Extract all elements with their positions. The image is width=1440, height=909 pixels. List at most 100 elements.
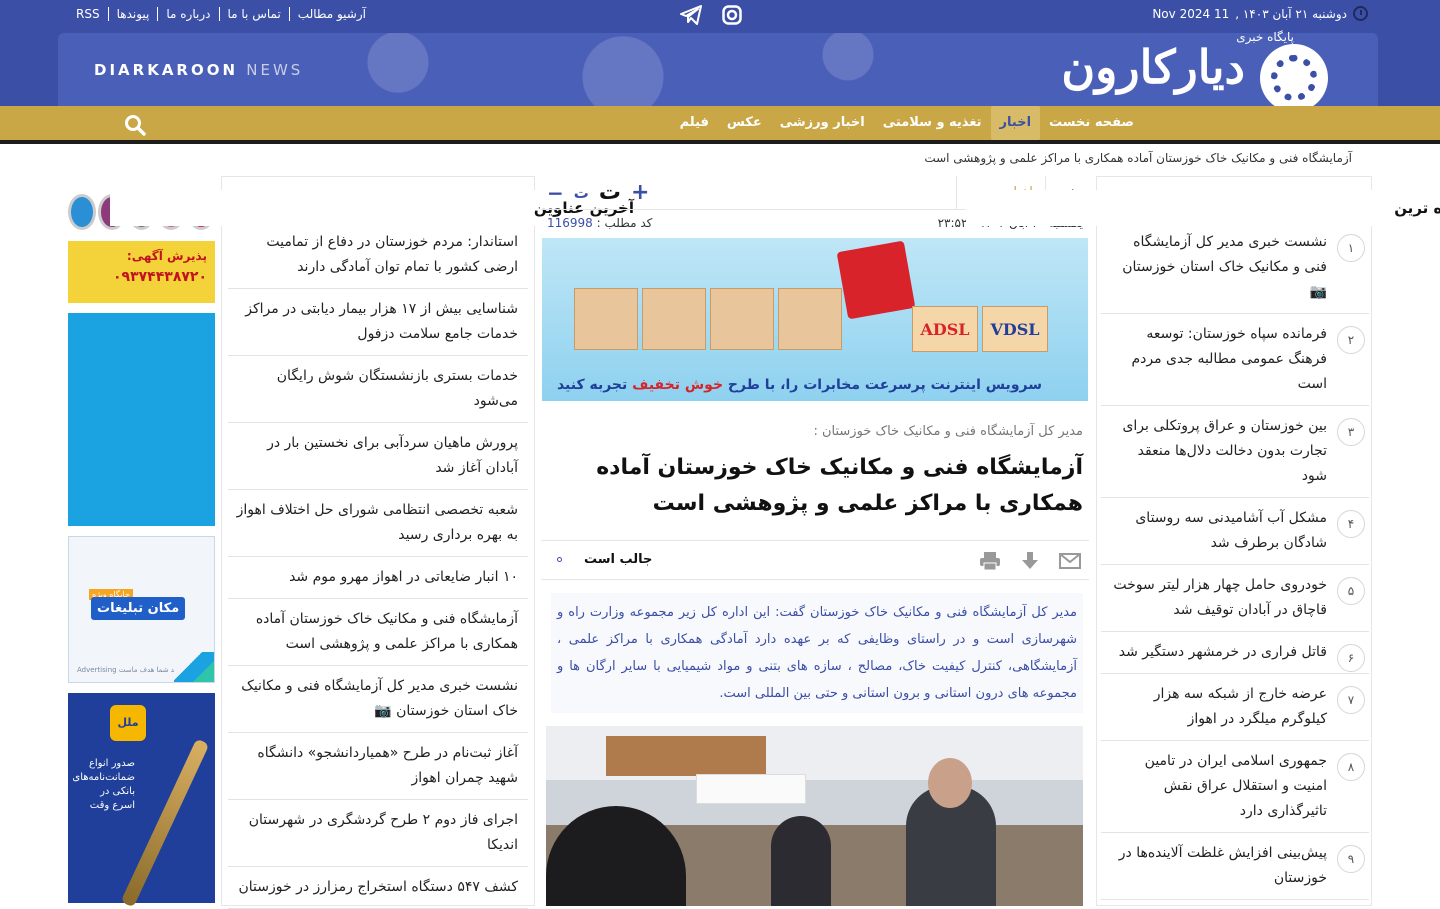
popular-title: پربیننده ترین xyxy=(966,190,1440,226)
popular-list: ۱ نشست خبری مدیر کل آزمایشگاه فنی و مکانی… xyxy=(1101,222,1369,900)
brand-english-news: NEWS xyxy=(246,61,304,79)
wifi-blocks xyxy=(574,288,842,350)
list-item[interactable]: ۷ عرضه خارج از شبکه سه هزار کیلوگرم میلگر… xyxy=(1101,674,1369,741)
font-decrease-button[interactable]: − xyxy=(547,181,564,205)
list-item[interactable]: ۹ پیش‌بینی افزایش غلظت آلاینده‌ها در خوزس… xyxy=(1101,833,1369,900)
rank-badge: ۱ xyxy=(1337,234,1365,262)
top-links: RSS پیوندها درباره ما تماس با ما آرشیو م… xyxy=(76,7,374,21)
list-item[interactable]: پرورش ماهیان سردآبی برای نخستین بار در آ… xyxy=(228,423,528,490)
brand-english-name: DIARKAROON xyxy=(94,61,239,79)
nav-item-photo[interactable]: عکس xyxy=(718,106,771,140)
ad-bank-banner[interactable]: ملل صدور انواع ضمانت‌نامه‌های بانکی در ا… xyxy=(68,693,215,908)
send-mail-icon[interactable] xyxy=(1059,551,1081,571)
search-icon[interactable] xyxy=(124,114,146,136)
date-persian: دوشنبه ۲۱ آبان ۱۴۰۳ , xyxy=(1235,6,1347,21)
nav-item-sports[interactable]: اخبار ورزشی xyxy=(771,106,874,140)
list-item[interactable]: ۳ بین خوزستان و عراق پروتکلی برای تجارت ب… xyxy=(1101,406,1369,498)
list-item[interactable]: استاندار: مردم خوزستان در دفاع از تمامیت… xyxy=(228,222,528,289)
nav-item-health[interactable]: تغذیه و سلامتی xyxy=(874,106,991,140)
article-lead: مدیر کل آزمایشگاه فنی و مکانیک خاک خوزست… xyxy=(551,593,1083,713)
banner-caption: سرویس اینترنت پرسرعت مخابرات را، با طرح … xyxy=(556,377,1042,393)
article: − ت ت + خبر اخبار یکشنبه ۲۰ آبان ۱۴۰۳ - … xyxy=(541,176,1089,906)
latest-list: استاندار: مردم خوزستان در دفاع از تمامیت… xyxy=(228,222,528,909)
list-item[interactable]: ۱ نشست خبری مدیر کل آزمایشگاه فنی و مکانی… xyxy=(1101,222,1369,314)
top-bar: دوشنبه ۲۱ آبان ۱۴۰۳ , 11 Nov 2024 RSS پی… xyxy=(0,0,1440,30)
rank-badge: ۹ xyxy=(1337,845,1365,873)
list-item[interactable]: ۵ خودروی حامل چهار هزار لیتر سوخت قاچاق د… xyxy=(1101,565,1369,632)
list-item[interactable]: خدمات بستری بازنشستگان شوش رایگان می‌شود xyxy=(228,356,528,423)
list-item[interactable]: ۴ مشکل آب آشامیدنی سه روستای شادگان برطرف… xyxy=(1101,498,1369,565)
current-date: دوشنبه ۲۱ آبان ۱۴۰۳ , 11 Nov 2024 xyxy=(1152,6,1368,21)
interesting-label[interactable]: جالب است xyxy=(557,552,652,567)
list-item[interactable]: شناسایی بیش از ۱۷ هزار بیمار دیابتی در م… xyxy=(228,289,528,356)
download-icon[interactable] xyxy=(1019,551,1041,571)
list-item[interactable]: ۱۰ انبار ضایعاتی در اهواز مهرو موم شد xyxy=(228,557,528,599)
rank-badge: ۵ xyxy=(1337,577,1365,605)
bullet-icon xyxy=(557,557,562,562)
ad-phone-number: ۰۹۳۷۴۴۳۸۷۲۰ xyxy=(113,269,207,285)
site-header: DIARKAROON NEWS پایگاه خبری دیارکارون xyxy=(0,30,1440,112)
list-item[interactable]: شعبه تخصصی انتظامی شورای حل اختلاف اهواز… xyxy=(228,490,528,557)
article-actions: جالب است xyxy=(541,540,1089,580)
article-action-icons xyxy=(979,551,1081,571)
mail-icon xyxy=(68,194,96,230)
brand-english[interactable]: DIARKAROON NEWS xyxy=(94,61,303,79)
rank-badge: ۲ xyxy=(1337,326,1365,354)
ad-phone-title: پذیرش آگهی: xyxy=(126,249,207,263)
internet-ad-banner[interactable]: ADSL VDSL سرویس اینترنت پرسرعت مخابرات ر… xyxy=(542,238,1088,401)
archive-link[interactable]: آرشیو مطالب xyxy=(288,7,374,21)
vdsl-label: VDSL xyxy=(982,306,1048,352)
rank-badge: ۷ xyxy=(1337,686,1365,714)
latest-header: آخرین عناوین xyxy=(110,189,646,226)
rank-badge: ۴ xyxy=(1337,510,1365,538)
breadcrumb[interactable]: آزمایشگاه فنی و مکانیک خاک خوزستان آماده… xyxy=(924,151,1352,165)
nav-item-film[interactable]: فیلم xyxy=(671,106,718,140)
interesting-text: جالب است xyxy=(584,552,653,567)
popular-header: پربیننده ترین xyxy=(966,189,1440,226)
font-increase-button[interactable]: + xyxy=(631,180,649,205)
nav-item-news[interactable]: اخبار xyxy=(990,106,1041,140)
list-item[interactable]: نشست خبری مدیر کل آزمایشگاه فنی و مکانیک… xyxy=(228,666,528,733)
font-small-button[interactable]: ت xyxy=(574,184,589,202)
list-item[interactable]: آغاز ثبت‌نام در طرح «همیاردانشجو» دانشگا… xyxy=(228,733,528,800)
ad-blue-banner[interactable] xyxy=(68,313,215,526)
list-item[interactable]: اجرای فاز دوم ۲ طرح گردشگری در شهرستان ا… xyxy=(228,800,528,867)
world-map-background xyxy=(218,33,1118,106)
rank-badge: ۶ xyxy=(1337,644,1365,672)
about-link[interactable]: درباره ما xyxy=(157,7,218,21)
links-link[interactable]: پیوندها xyxy=(107,7,158,21)
article-code-label: کد مطلب : xyxy=(596,216,653,230)
print-icon[interactable] xyxy=(979,551,1001,571)
rss-link[interactable]: RSS xyxy=(76,7,108,21)
ad-space-tag: مکان تبلیغات xyxy=(91,597,186,620)
most-viewed: پربیننده ترین ۱نشست خبری مدیر کل آزمایشگ… xyxy=(966,176,1440,906)
ad-phone-banner[interactable]: پذیرش آگهی: ۰۹۳۷۴۴۳۸۷۲۰ xyxy=(68,241,215,303)
date-gregorian: 11 Nov 2024 xyxy=(1152,6,1230,21)
latest-headlines: آخرین عناوین استاندار: مردم خوزستان در د… xyxy=(110,176,646,909)
social-links xyxy=(680,5,744,25)
list-item[interactable]: کشف ۵۴۷ دستگاه استخراج رمزارز در خوزستان xyxy=(228,867,528,909)
brand-persian-logo[interactable]: دیارکارون xyxy=(1061,40,1245,94)
list-item[interactable]: ۲ فرمانده سپاه خوزستان: توسعه فرهنگ عمومی… xyxy=(1101,314,1369,406)
main-nav: صفحه نخست اخبار تغذیه و سلامتی اخبار ورز… xyxy=(0,106,1440,144)
list-item[interactable]: آزمایشگاه فنی و مکانیک خاک خوزستان آماده… xyxy=(228,599,528,666)
list-item[interactable]: ۸ جمهوری اسلامی ایران در تامین امنیت و اس… xyxy=(1101,741,1369,833)
article-title: آزمایشگاه فنی و مکانیک خاک خوزستان آماده… xyxy=(596,455,1083,516)
clock-icon xyxy=(1353,6,1368,21)
nav-items: صفحه نخست اخبار تغذیه و سلامتی اخبار ورز… xyxy=(671,106,1143,140)
list-item[interactable]: ۶ قاتل فراری در خرمشهر دستگیر شد xyxy=(1101,632,1369,674)
adsl-label: ADSL xyxy=(912,306,978,352)
article-photo[interactable] xyxy=(546,726,1083,906)
percent-icon xyxy=(836,240,916,320)
font-large-button[interactable]: ت xyxy=(599,180,621,205)
contact-link[interactable]: تماس با ما xyxy=(218,7,289,21)
site-logo-icon[interactable] xyxy=(1260,44,1328,112)
font-size-controls: − ت ت + xyxy=(547,180,649,205)
ad-space-banner[interactable]: جایگاه ویژه مکان تبلیغات معرفی برند شما … xyxy=(68,536,215,683)
article-overline: مدیر کل آزمایشگاه فنی و مکانیک خاک خوزست… xyxy=(813,424,1083,439)
ad-space-stripe xyxy=(174,652,214,682)
nav-item-home[interactable]: صفحه نخست xyxy=(1040,106,1143,140)
article-code: کد مطلب : 116998 xyxy=(547,216,652,230)
instagram-icon[interactable] xyxy=(722,5,744,25)
telegram-icon[interactable] xyxy=(680,5,702,25)
